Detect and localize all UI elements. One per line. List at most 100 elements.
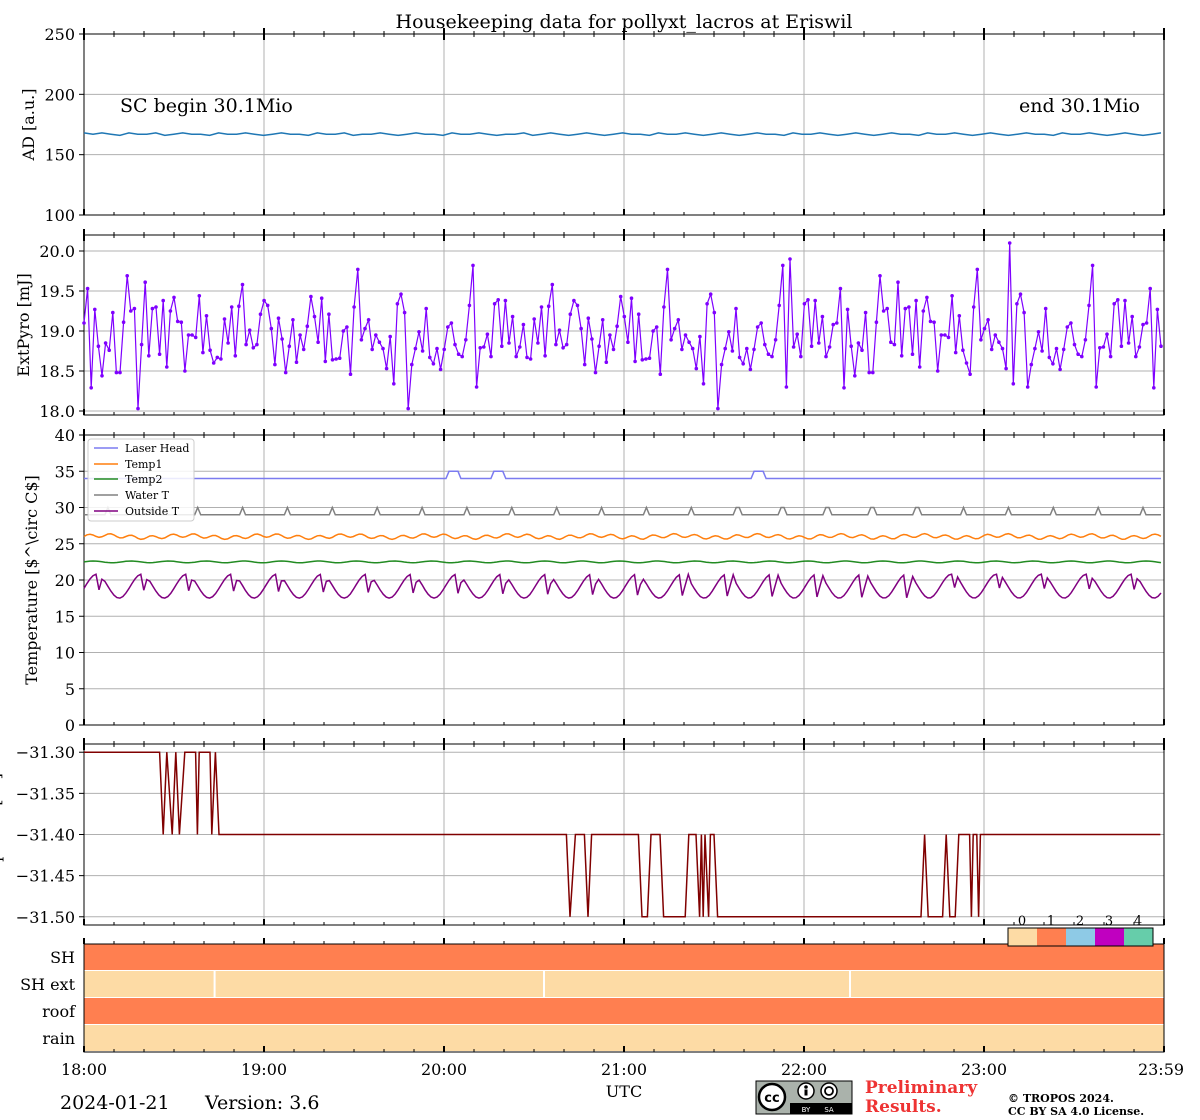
extpyro-point [1076, 352, 1080, 357]
colorbar-swatch [1124, 928, 1153, 946]
extpyro-point [759, 321, 763, 325]
extpyro-point [788, 257, 792, 261]
extpyro-point [622, 314, 627, 319]
extpyro-point [85, 286, 90, 291]
extpyro-point [330, 358, 335, 362]
status-row-sh [84, 944, 1164, 970]
extpyro-point [806, 298, 810, 302]
extpyro-point [878, 274, 882, 278]
extpyro-point [575, 303, 580, 308]
extpyro-point [687, 340, 691, 345]
extpyro-point [712, 310, 717, 315]
extpyro-panel: 18.0 18.5 19.0 19.5 20.0 ExtPyro [mJ] [14, 229, 1165, 421]
extpyro-point [1069, 321, 1073, 325]
extpyro-point [1051, 362, 1055, 366]
extpyro-point [283, 370, 288, 375]
temperature-y-tick-label: 0 [65, 716, 75, 735]
extpyro-point [399, 292, 403, 297]
extpyro-point [1159, 344, 1163, 349]
extpyro-point [885, 306, 889, 311]
extpyro-point [770, 354, 774, 359]
extpyro-point [600, 318, 605, 322]
extpyro-point [251, 346, 256, 350]
temperature-y-tick-label: 25 [55, 535, 75, 554]
extpyro-point [914, 298, 918, 303]
results-label: Results. [865, 1097, 942, 1117]
extpyro-point [305, 324, 310, 329]
extpyro-point [694, 366, 699, 371]
extpyro-point [395, 302, 400, 306]
extpyro-point [1144, 321, 1149, 325]
extpyro-point [172, 295, 176, 300]
extpyro-point [1105, 332, 1109, 337]
extpyro-point [384, 366, 389, 371]
x-tick-label: 21:00 [601, 1060, 647, 1079]
extpyro-y-tick-label: 19.5 [39, 282, 75, 301]
extpyro-point [356, 267, 360, 272]
extpyro-point [413, 346, 418, 351]
extpyro-point [752, 347, 756, 352]
extpyro-point [478, 346, 483, 350]
temperature-y-tick-label: 40 [55, 426, 75, 445]
extpyro-point [103, 341, 108, 345]
extpyro-point [979, 338, 983, 342]
extpyro-point [921, 309, 926, 313]
laser-head-line [84, 470, 1161, 480]
extpyro-point [381, 346, 385, 351]
water-t-line [84, 505, 1161, 516]
extpyro-point [1137, 345, 1142, 349]
status-row-label: rain [42, 1029, 75, 1048]
extpyro-point [672, 326, 677, 331]
extpyro-point [265, 303, 270, 308]
extpyro-point [795, 332, 799, 337]
extpyro-point [889, 340, 893, 345]
extpyro-point [773, 338, 778, 342]
extpyro-point [467, 303, 472, 308]
extpyro-point [1036, 330, 1041, 334]
extpyro-point [1087, 303, 1091, 308]
x-tick-label: 18:00 [61, 1060, 107, 1079]
extpyro-point [125, 274, 129, 278]
extpyro-point [352, 305, 356, 309]
temp1064-y-tick-label: −31.35 [16, 784, 75, 803]
extpyro-point [748, 367, 753, 372]
extpyro-point [1029, 362, 1034, 367]
extpyro-point [258, 312, 263, 317]
extpyro-point [211, 361, 216, 365]
x-tick-label: 23:59 [1138, 1060, 1184, 1079]
extpyro-point [150, 306, 155, 311]
extpyro-point [500, 344, 504, 349]
extpyro-point [247, 328, 252, 333]
extpyro-point [982, 326, 987, 331]
temperature-y-tick-label: 10 [55, 644, 75, 663]
extpyro-point [1011, 382, 1016, 386]
extpyro-point [179, 320, 184, 325]
extpyro-point [496, 298, 501, 302]
status-heatmap-panel: SH SH ext roof rain 18:00 19:00 20:00 21:00 22:0… [20, 938, 1184, 1101]
extpyro-point [1065, 325, 1070, 329]
temp1064-y-tick-label: −31.45 [16, 867, 75, 886]
extpyro-point [546, 304, 551, 309]
extpyro-point [345, 325, 349, 329]
extpyro-point [961, 348, 965, 353]
extpyro-point [863, 310, 868, 315]
extpyro-point [1130, 314, 1134, 319]
extpyro-point [219, 357, 223, 361]
extpyro-series-line [83, 242, 1162, 409]
ad-ylabel: AD [a.u.] [19, 89, 38, 162]
extpyro-point [651, 329, 655, 333]
extpyro-point [993, 333, 998, 337]
ad-y-tick-label: 250 [44, 25, 75, 44]
x-tick-label: 20:00 [421, 1060, 467, 1079]
extpyro-point [316, 340, 320, 345]
extpyro-point [111, 310, 115, 315]
ad-panel: 100 150 200 250 AD [a.u.] [19, 25, 1165, 225]
temp1064-panel: −31.30 −31.35 −31.40 −31.45 −31.50 Temp1064 [… [0, 738, 1165, 927]
extpyro-point [453, 342, 457, 347]
colorbar-tick-label: 0 [1018, 914, 1026, 929]
extpyro-point [968, 372, 972, 377]
extpyro-point [312, 314, 317, 319]
extpyro-point [817, 341, 821, 345]
extpyro-point [608, 333, 612, 337]
extpyro-point [118, 370, 122, 375]
